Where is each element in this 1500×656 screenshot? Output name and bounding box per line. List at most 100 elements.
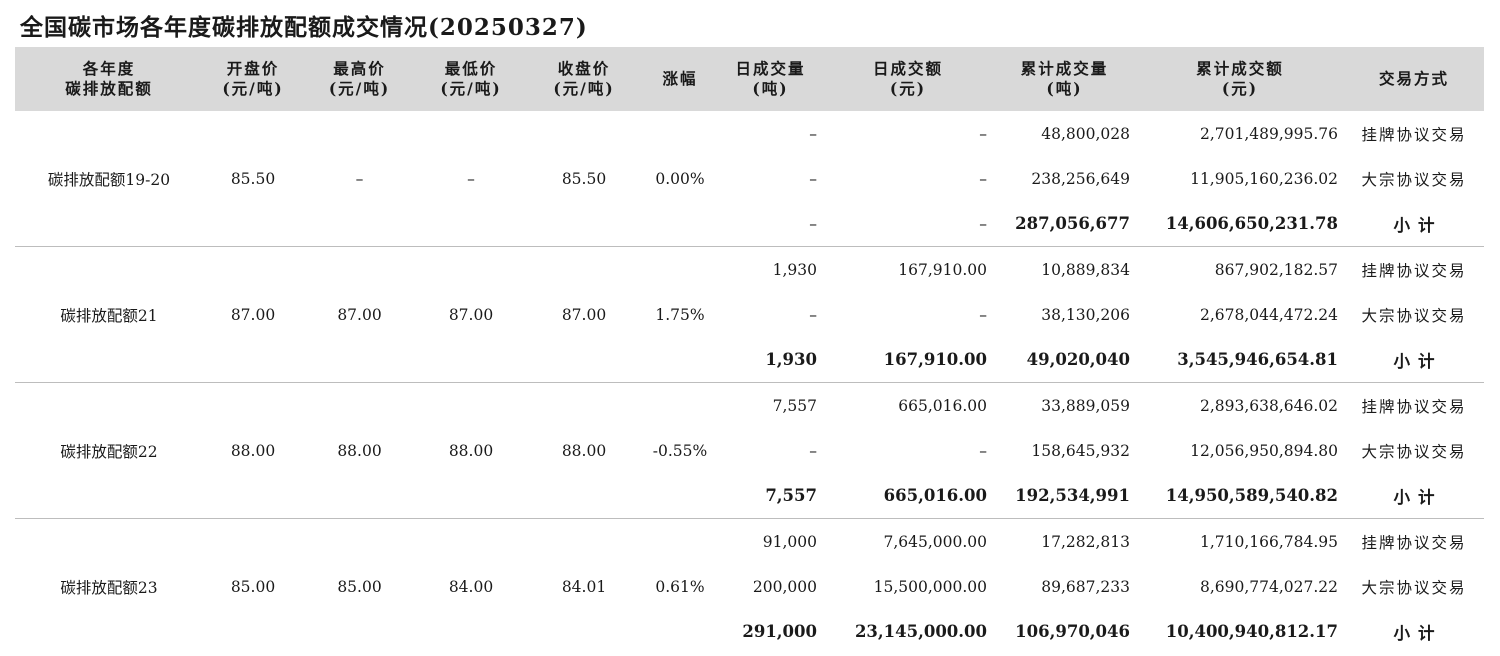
- cum-amount: 2,678,044,472.24: [1199, 305, 1338, 324]
- daily-amount: 665,016.00: [898, 396, 987, 415]
- cum-amount: 10,400,940,812.17: [1165, 622, 1338, 641]
- header-cum-volume: 累计成交量 (吨): [993, 47, 1136, 111]
- year-cell: 碳排放配额22: [15, 382, 203, 519]
- open-price: 88.00: [203, 382, 303, 519]
- trade-method: 小计: [1393, 623, 1443, 643]
- change-pct: 0.00%: [642, 111, 718, 247]
- daily-volume: 1,930: [718, 337, 823, 383]
- cum-volume: 38,130,206: [1041, 305, 1130, 324]
- header-daily-amount: 日成交额 (元): [823, 47, 993, 111]
- cum-amount: 2,893,638,646.02: [1199, 396, 1338, 415]
- close-price: 88.00: [526, 382, 642, 519]
- page-title: 全国碳市场各年度碳排放配额成交情况(20250327): [20, 14, 588, 41]
- trade-method: 大宗协议交易: [1361, 306, 1467, 325]
- daily-amount: –: [979, 124, 987, 143]
- trade-method: 挂牌协议交易: [1361, 125, 1467, 144]
- cum-volume: 33,889,059: [1041, 396, 1130, 415]
- cum-volume: 49,020,040: [993, 337, 1136, 383]
- trade-method: 小计: [1344, 201, 1484, 247]
- cum-amount: 14,606,650,231.78: [1136, 201, 1344, 247]
- header-high: 最高价 (元/吨): [303, 47, 416, 111]
- high-price: 88.00: [303, 382, 416, 519]
- cum-amount: 3,545,946,654.81: [1136, 337, 1344, 383]
- cum-amount: 867,902,182.57: [1214, 260, 1338, 279]
- cum-volume: 287,056,677: [993, 201, 1136, 247]
- cum-volume: 158,645,932: [1031, 441, 1130, 460]
- daily-volume: –: [809, 124, 817, 143]
- trade-method: 小计: [1344, 337, 1484, 383]
- close-price: 84.01: [561, 577, 607, 596]
- daily-volume: 91,000: [762, 532, 817, 551]
- header-cum-amount: 累计成交额 (元): [1136, 47, 1344, 111]
- header-year: 各年度 碳排放配额: [15, 47, 203, 111]
- daily-volume: –: [809, 305, 817, 324]
- table-row: 碳排放配额19-20 85.50 – – 85.50 0.00% – – 48,…: [15, 111, 1484, 247]
- change-pct: 0.61%: [655, 577, 705, 596]
- close-price: 87.00: [526, 246, 642, 383]
- trade-method: 挂牌协议交易: [1361, 261, 1467, 280]
- change-pct: 1.75%: [642, 246, 718, 383]
- daily-volume: –: [718, 201, 823, 247]
- daily-volume: 291,000: [742, 622, 817, 641]
- open-price: 85.00: [230, 577, 276, 596]
- daily-amount: –: [979, 169, 987, 188]
- daily-volume: –: [809, 441, 817, 460]
- trade-method: 大宗协议交易: [1361, 170, 1467, 189]
- daily-amount: –: [823, 201, 993, 247]
- table-row: 碳排放配额23 85.00 85.00 84.00 84.01 0.61% 91…: [15, 519, 1484, 597]
- year-cell: 碳排放配额19-20: [15, 111, 203, 247]
- low-price: 84.00: [448, 577, 494, 596]
- header-open: 开盘价 (元/吨): [203, 47, 303, 111]
- daily-volume: 1,930: [772, 260, 817, 279]
- header-method: 交易方式: [1344, 47, 1484, 111]
- header-change: 涨幅: [642, 47, 718, 111]
- daily-amount: 167,910.00: [823, 337, 993, 383]
- carbon-trading-table: 各年度 碳排放配额 开盘价 (元/吨) 最高价 (元/吨) 最低价 (元/吨) 收盘价(…: [15, 47, 1484, 654]
- cum-volume: 48,800,028: [1041, 124, 1130, 143]
- daily-amount: 665,016.00: [823, 473, 993, 519]
- header-close: 收盘价 (元/吨): [526, 47, 642, 111]
- cum-volume: 89,687,233: [1041, 577, 1130, 596]
- cum-volume: 106,970,046: [1015, 622, 1130, 641]
- open-price: 87.00: [203, 246, 303, 383]
- cum-amount: 1,710,166,784.95: [1199, 532, 1338, 551]
- daily-amount: –: [979, 305, 987, 324]
- cum-volume: 10,889,834: [1041, 260, 1130, 279]
- low-price: 88.00: [416, 382, 526, 519]
- header-low: 最低价 (元/吨): [416, 47, 526, 111]
- trade-method: 挂牌协议交易: [1361, 533, 1467, 552]
- trade-method: 大宗协议交易: [1361, 442, 1467, 461]
- daily-amount: –: [979, 441, 987, 460]
- cum-amount: 8,690,774,027.22: [1199, 577, 1338, 596]
- open-price: 85.50: [203, 111, 303, 247]
- cum-amount: 11,905,160,236.02: [1190, 169, 1338, 188]
- daily-amount: 167,910.00: [898, 260, 987, 279]
- cum-amount: 14,950,589,540.82: [1136, 473, 1344, 519]
- low-price: –: [416, 111, 526, 247]
- trade-method: 小计: [1344, 473, 1484, 519]
- year-cell: 碳排放配额21: [15, 246, 203, 383]
- daily-volume: 200,000: [752, 577, 817, 596]
- daily-volume: 7,557: [772, 396, 817, 415]
- cum-amount: 12,056,950,894.80: [1190, 441, 1338, 460]
- daily-amount: 23,145,000.00: [854, 622, 987, 641]
- daily-amount: 7,645,000.00: [883, 532, 987, 551]
- low-price: 87.00: [416, 246, 526, 383]
- cum-volume: 192,534,991: [993, 473, 1136, 519]
- daily-volume: 7,557: [718, 473, 823, 519]
- high-price: 85.00: [337, 577, 382, 596]
- header-daily-volume: 日成交量 (吨): [718, 47, 823, 111]
- high-price: 87.00: [303, 246, 416, 383]
- year-cell: 碳排放配额23: [60, 578, 158, 597]
- high-price: –: [303, 111, 416, 247]
- table-row: 碳排放配额21 87.00 87.00 87.00 87.00 1.75% 1,…: [15, 246, 1484, 383]
- cum-volume: 238,256,649: [1031, 169, 1130, 188]
- trade-method: 挂牌协议交易: [1361, 397, 1467, 416]
- cum-amount: 2,701,489,995.76: [1199, 124, 1338, 143]
- daily-volume: –: [809, 169, 817, 188]
- close-price: 85.50: [526, 111, 642, 247]
- cum-volume: 17,282,813: [1041, 532, 1130, 551]
- table-row: 碳排放配额22 88.00 88.00 88.00 88.00 -0.55% 7…: [15, 382, 1484, 519]
- header-row: 各年度 碳排放配额 开盘价 (元/吨) 最高价 (元/吨) 最低价 (元/吨) 收盘价(…: [15, 47, 1484, 111]
- daily-amount: 15,500,000.00: [873, 577, 987, 596]
